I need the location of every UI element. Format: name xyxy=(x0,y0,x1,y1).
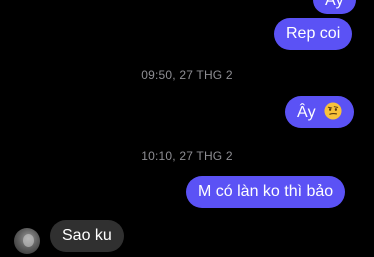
message-bubble-outgoing[interactable]: Ây xyxy=(313,0,356,14)
message-text: Ây xyxy=(325,0,344,9)
chat-thread: Ây Rep coi 09:50, 27 THG 2 Ây 10:10, 27 … xyxy=(0,0,374,257)
message-bubble-incoming[interactable]: Sao ku xyxy=(50,220,124,252)
message-text: Rep coi xyxy=(286,25,341,42)
message-text: Ây xyxy=(297,104,316,121)
timestamp: 09:50, 27 THG 2 xyxy=(141,68,233,82)
message-text: M có làn ko thì bảo xyxy=(198,183,334,200)
message-bubble-outgoing[interactable]: Ây xyxy=(285,96,355,128)
skeptical-face-emoji-icon xyxy=(324,102,342,120)
timestamp: 10:10, 27 THG 2 xyxy=(141,149,233,163)
contact-avatar[interactable] xyxy=(14,228,40,254)
message-bubble-outgoing[interactable]: M có làn ko thì bảo xyxy=(186,176,346,208)
message-text: Sao ku xyxy=(62,227,112,244)
message-bubble-outgoing[interactable]: Rep coi xyxy=(274,18,353,50)
